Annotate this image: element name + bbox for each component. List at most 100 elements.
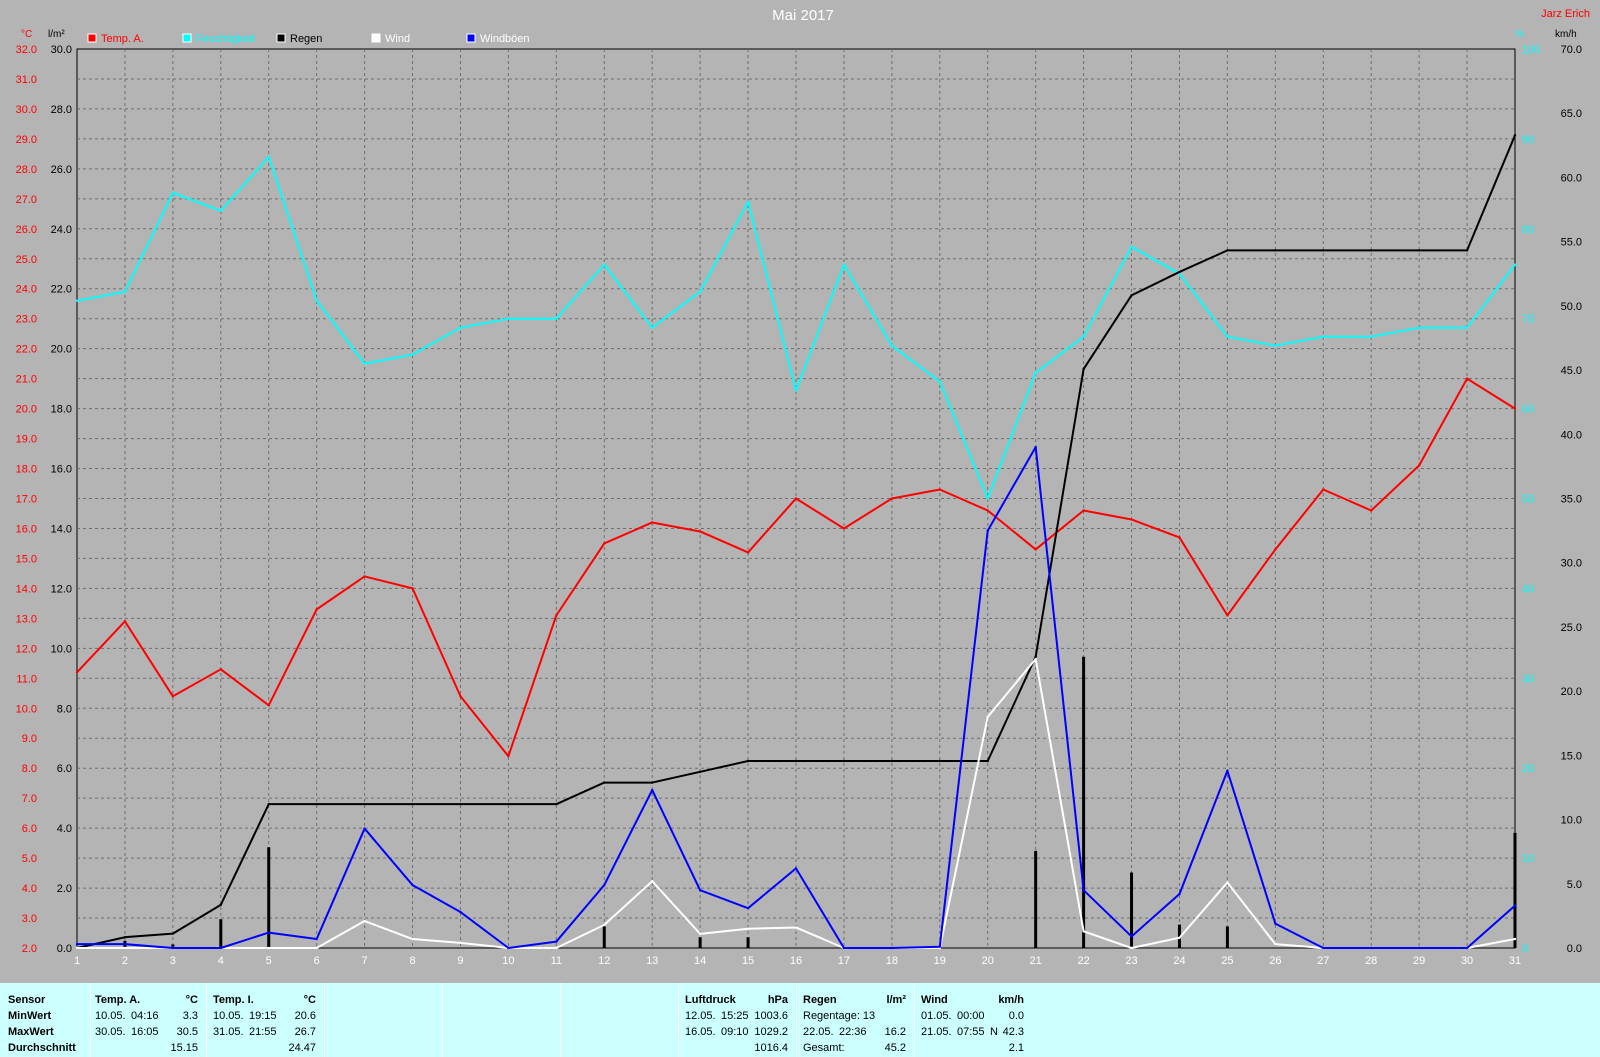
data-point-feuchtigkeit [123,290,127,293]
wind-tick-label: 5.0 [1567,879,1582,891]
data-point-wind [986,715,989,719]
data-point-feuchtigkeit [1130,245,1133,248]
x-tick-label: 14 [694,955,706,967]
chart-title: Mai 2017 [772,7,834,24]
data-point-feuchtigkeit [1274,344,1277,347]
data-point-wind [411,937,414,941]
x-tick-label: 3 [170,955,176,967]
wind-axis-unit: km/h [1555,29,1577,40]
data-point-regen [507,802,510,806]
temp-a-max-date: 30.05. [95,1026,126,1038]
regen-unit: l/m² [886,994,906,1006]
data-point-feuchtigkeit [1034,371,1037,374]
data-point-wind [1274,942,1277,946]
stats-sensor: Sensor MinWert MaxWert Durchschnitt [0,983,90,1057]
humidity-tick-label: 90 [1522,134,1534,146]
x-tick-label: 24 [1173,955,1185,967]
legend-label-temp: Temp. A. [101,33,144,45]
data-point-temp-a [1178,536,1181,539]
data-point-feuchtigkeit [507,317,510,320]
temp-tick-label: 21.0 [16,374,37,386]
data-point-temp-a [555,614,558,617]
x-tick-label: 6 [314,955,320,967]
data-point-regen [123,936,127,939]
data-point-regen [1178,270,1181,274]
data-point-regen [1082,367,1085,371]
temp-a-title: Temp. A. [95,994,141,1006]
rain-axis-unit: l/m² [48,29,65,40]
wind-tick-label: 15.0 [1561,750,1582,762]
data-point-feuchtigkeit [1226,335,1229,338]
rain-tick-label: 28.0 [51,104,72,116]
wind-tick-label: 65.0 [1561,108,1582,120]
data-point-regen [938,759,941,763]
data-point-windb-en [842,946,846,950]
data-point-regen [651,781,654,784]
data-point-temp-a [986,509,989,512]
data-point-windb-en [171,946,175,950]
data-point-windb-en [890,946,894,950]
legend-swatch-gusts [466,33,476,43]
data-point-feuchtigkeit [890,344,894,347]
x-tick-label: 17 [838,955,850,967]
legend-label-rain: Regen [290,33,322,45]
x-tick-label: 5 [266,955,272,967]
data-point-feuchtigkeit [1082,335,1085,338]
data-point-windb-en [123,942,127,946]
data-point-temp-a [363,575,366,578]
wind-tick-label: 55.0 [1561,237,1582,249]
data-point-windb-en [938,945,941,948]
x-tick-label: 16 [790,955,802,967]
luftdruck-avg-value: 1016.4 [754,1042,788,1054]
temp-i-max-date: 31.05. [213,1026,244,1038]
temp-tick-label: 9.0 [22,733,37,745]
data-point-temp-a [1226,614,1229,617]
temp-tick-label: 5.0 [22,853,37,865]
data-point-windb-en [1178,892,1181,896]
data-point-regen [1130,294,1133,297]
humidity-tick-label: 40 [1522,583,1534,595]
data-point-windb-en [1130,935,1133,938]
data-point-regen [1322,249,1325,252]
temp-tick-label: 27.0 [16,194,37,206]
data-point-feuchtigkeit [746,200,750,204]
temp-i-min-date: 10.05. [213,1010,244,1022]
rain-tick-label: 24.0 [51,224,72,236]
temp-i-unit: °C [303,994,316,1006]
rain-tick-label: 14.0 [51,523,72,535]
temp-tick-label: 22.0 [16,344,37,356]
data-point-temp-a [603,542,606,545]
temp-i-max-time: 21:55 [249,1026,277,1038]
x-tick-label: 2 [122,955,128,967]
temp-axis-unit: °C [21,29,32,40]
x-tick-label: 22 [1077,955,1089,967]
luftdruck-unit: hPa [767,994,788,1006]
data-point-regen [315,802,318,806]
wind-tick-label: 45.0 [1561,365,1582,377]
temp-tick-label: 29.0 [16,134,37,146]
data-point-feuchtigkeit [651,326,654,329]
wind-tick-label: 35.0 [1561,494,1582,506]
wind-tick-label: 10.0 [1561,815,1582,827]
temp-tick-label: 23.0 [16,314,37,326]
data-point-windb-en [1322,946,1325,950]
data-point-temp-a [794,497,798,500]
regen-max-date: 22.05. [803,1026,834,1038]
temp-i-max-value: 26.7 [294,1026,316,1038]
data-point-regen [555,802,558,806]
temp-tick-label: 15.0 [16,553,37,565]
data-point-windb-en [459,910,462,914]
temp-a-min-date: 10.05. [95,1010,126,1022]
stats-temp-i: Temp. I. °C 10.05. 19:15 20.6 31.05. 21:… [206,983,324,1057]
rain-tick-label: 0.0 [57,943,72,955]
data-point-regen [890,759,894,763]
temp-tick-label: 13.0 [16,613,37,625]
x-tick-label: 9 [457,955,463,967]
data-point-feuchtigkeit [1513,263,1517,266]
rain-tick-label: 16.0 [51,464,72,476]
stats-sensor-title: Sensor [8,994,46,1006]
legend-swatch-temp [87,33,97,43]
data-point-wind [555,946,558,950]
data-point-regen [267,802,270,806]
data-point-windb-en [1226,769,1229,772]
